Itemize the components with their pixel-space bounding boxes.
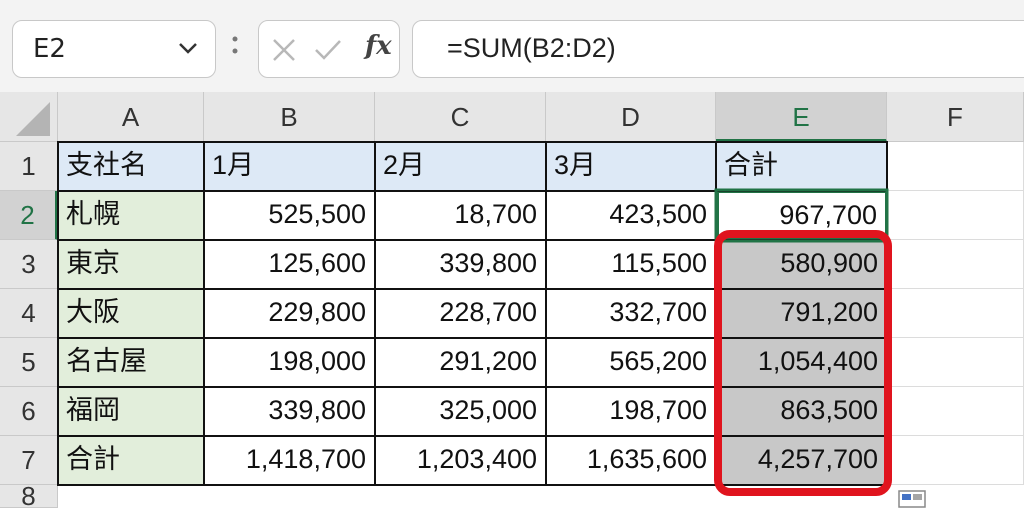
spreadsheet-grid: A B C D E F 1 2 3 4 5 6 7 8 支社名 1月 2月 3月… [0,92,1024,508]
formula-text: =SUM(B2:D2) [447,33,616,63]
insert-function-icon[interactable]: fx [365,31,392,61]
formula-input[interactable]: =SUM(B2:D2) [412,20,1024,78]
enter-check-icon[interactable] [313,37,343,63]
more-options-icon[interactable] [230,30,240,64]
table-borders [57,141,889,486]
formula-bar: E2 fx =SUM(B2:D2) [0,0,1024,92]
formula-controls: fx [258,20,400,78]
cancel-icon[interactable] [271,37,297,63]
quick-analysis-icon[interactable] [898,490,928,508]
chevron-down-icon[interactable] [175,35,201,61]
name-box[interactable]: E2 [12,20,216,78]
name-box-value: E2 [33,34,66,64]
